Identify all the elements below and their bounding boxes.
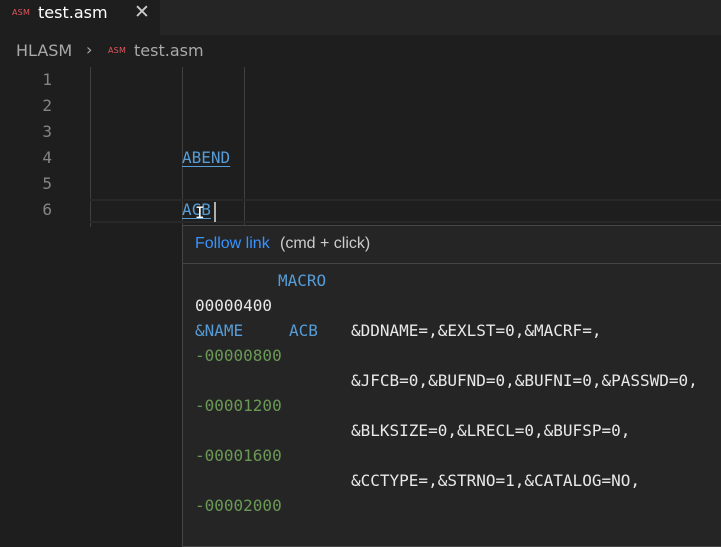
tab-bar: ASM test.asm ✕ [0, 0, 721, 35]
macro-op: ACB [289, 321, 318, 340]
sequence-comment: -00000800 [195, 346, 282, 365]
sequence-comment: -00002000 [195, 496, 282, 515]
breadcrumb-file[interactable]: test.asm [134, 41, 204, 60]
line-number: 2 [42, 96, 52, 115]
line-number: 6 [42, 200, 52, 219]
hover-header: Follow link (cmd + click) [183, 226, 721, 264]
hover-widget: Follow link (cmd + click) MACRO 00000400… [182, 225, 721, 547]
chevron-right-icon: › [86, 40, 93, 59]
line-number: 5 [42, 174, 52, 193]
line-number: 1 [42, 70, 52, 89]
macro-params: &JFCB=0,&BUFND=0,&BUFNI=0,&PASSWD=0, [351, 371, 698, 390]
text-cursor [214, 202, 216, 222]
macro-keyword: MACRO [278, 271, 327, 290]
close-icon[interactable]: ✕ [131, 1, 153, 23]
asm-file-icon: ASM [12, 8, 31, 17]
macro-name-param: &NAME [195, 321, 244, 340]
breadcrumb-folder[interactable]: HLASM [16, 41, 72, 60]
macro-params: &DDNAME=,&EXLST=0,&MACRF=, [351, 321, 602, 340]
macro-params: &CCTYPE=,&STRNO=1,&CATALOG=NO, [351, 471, 640, 490]
breadcrumb: HLASM › ASM test.asm [0, 35, 721, 67]
follow-link[interactable]: Follow link [195, 235, 270, 253]
ibeam-cursor-icon: I [195, 203, 205, 222]
sequence-comment: -00001200 [195, 396, 282, 415]
sequence-comment: -00001600 [195, 446, 282, 465]
follow-link-hint: (cmd + click) [280, 235, 371, 252]
line-number: 4 [42, 148, 52, 167]
tab-label: test.asm [38, 3, 108, 22]
keyword-abend[interactable]: ABEND [182, 148, 230, 167]
macro-params: &BLKSIZE=0,&LRECL=0,&BUFSP=0, [351, 421, 631, 440]
tab-test-asm[interactable]: ASM test.asm ✕ [0, 0, 160, 35]
asm-file-icon: ASM [108, 46, 127, 55]
sequence-number: 00000400 [195, 296, 273, 315]
line-number: 3 [42, 122, 52, 141]
